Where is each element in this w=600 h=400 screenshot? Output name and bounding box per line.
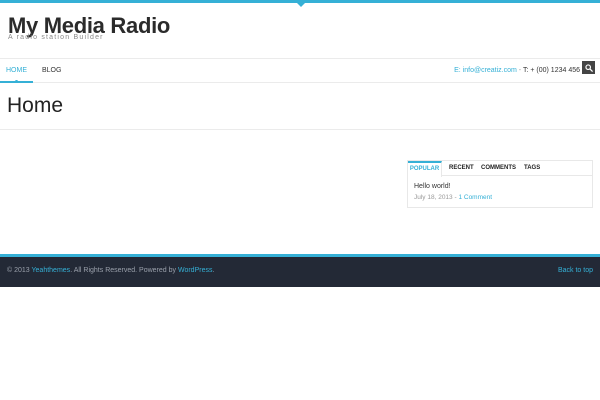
- search-button[interactable]: [582, 61, 595, 74]
- footer-period: .: [212, 267, 215, 274]
- tab-tags[interactable]: TAGS: [524, 161, 540, 176]
- email-link[interactable]: info@creatiz.com: [463, 67, 517, 74]
- footer-rights-text: . All Rights Reserved. Powered by: [70, 267, 177, 274]
- copyright-text: © 2013: [7, 267, 30, 274]
- footer-brand-link[interactable]: Yeahthemes: [32, 267, 71, 274]
- tab-recent[interactable]: RECENT: [449, 161, 474, 176]
- top-accent-notch: [297, 3, 305, 7]
- phone-label: T:: [522, 67, 529, 74]
- phone-number: + (00) 1234 456: [530, 67, 580, 74]
- popular-post-meta: July 18, 2013 - 1 Comment: [414, 194, 492, 201]
- tabbed-widget: POPULAR RECENT COMMENTS TAGS Hello world…: [407, 160, 593, 208]
- tab-popular[interactable]: POPULAR: [408, 161, 442, 177]
- page-title: Home: [7, 94, 64, 117]
- contact-info: E: info@creatiz.com - T: + (00) 1234 456: [454, 59, 580, 83]
- post-date: July 18, 2013: [414, 194, 453, 201]
- footer: © 2013 Yeahthemes. All Rights Reserved. …: [0, 257, 600, 287]
- page-header: Home: [0, 84, 600, 130]
- search-icon: [584, 59, 593, 77]
- nav-item-home[interactable]: HOME: [0, 59, 33, 83]
- footer-wordpress-link[interactable]: WordPress: [178, 267, 213, 274]
- popular-post-title[interactable]: Hello world!: [414, 183, 451, 190]
- widget-tabs: POPULAR RECENT COMMENTS TAGS: [408, 161, 592, 177]
- back-to-top-link[interactable]: Back to top: [558, 267, 593, 274]
- site-tagline: A radio station Builder: [8, 34, 104, 41]
- footer-copyright: © 2013 Yeahthemes. All Rights Reserved. …: [7, 267, 214, 274]
- tab-comments[interactable]: COMMENTS: [481, 161, 516, 176]
- post-comments-link[interactable]: 1 Comment: [458, 194, 492, 201]
- main-navigation: HOME BLOG E: info@creatiz.com - T: + (00…: [0, 58, 600, 83]
- nav-item-blog[interactable]: BLOG: [42, 59, 61, 83]
- email-label: E:: [454, 67, 461, 74]
